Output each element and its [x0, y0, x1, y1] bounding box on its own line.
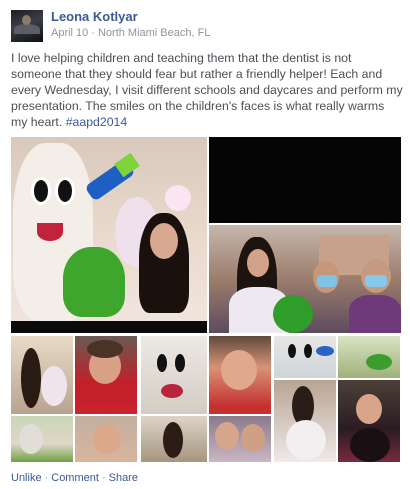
photo-thumbnail[interactable]	[141, 416, 207, 462]
avatar-head	[22, 15, 31, 25]
author-avatar[interactable]	[11, 10, 43, 42]
post-actions: Unlike · Comment · Share	[11, 472, 138, 484]
photo-dark[interactable]	[209, 137, 401, 223]
child-mask	[317, 275, 337, 287]
photo-thumbnail[interactable]	[75, 416, 137, 462]
presenter-face	[247, 249, 269, 277]
avatar-shoulders	[14, 24, 40, 34]
post-card: Leona Kotlyar April 10 · North Miami Beach…	[0, 0, 410, 489]
child-mask	[365, 275, 387, 287]
photo-thumbnail[interactable]	[338, 336, 400, 378]
photo-thumbnail[interactable]	[209, 416, 271, 462]
photo-children-masks[interactable]	[209, 225, 401, 333]
photo-thumbnail[interactable]	[338, 380, 400, 462]
photo-thumbnail[interactable]	[11, 336, 73, 414]
action-separator: ·	[101, 472, 106, 484]
mascot-eye-right	[55, 177, 75, 205]
photo-thumbnail[interactable]	[274, 380, 336, 462]
frog-puppet	[273, 295, 313, 333]
mascot-mouth	[37, 223, 63, 241]
child-body	[349, 295, 401, 333]
comment-link[interactable]: Comment	[51, 472, 99, 484]
hair-flower	[165, 185, 191, 211]
photo-tooth-mascot[interactable]	[11, 137, 207, 333]
unlike-link[interactable]: Unlike	[11, 472, 42, 484]
post-location[interactable]: North Miami Beach, FL	[98, 27, 210, 39]
share-link[interactable]: Share	[109, 472, 138, 484]
action-separator: ·	[44, 472, 49, 484]
author-name[interactable]: Leona Kotlyar	[51, 9, 138, 24]
post-body: I love helping children and teaching the…	[11, 50, 403, 130]
post-date[interactable]: April 10	[51, 27, 88, 39]
photo-thumbnail[interactable]	[209, 336, 271, 414]
frog-puppet	[63, 247, 125, 317]
photo-thumbnail[interactable]	[75, 336, 137, 414]
meta-separator: ·	[91, 27, 95, 39]
post-meta: April 10 · North Miami Beach, FL	[51, 27, 210, 39]
post-hashtag[interactable]: #aapd2014	[66, 115, 128, 129]
presenter-face	[150, 223, 178, 259]
mascot-eye-left	[31, 177, 51, 205]
photo-thumbnail[interactable]	[141, 336, 207, 414]
photo-letterbox	[11, 321, 207, 333]
photo-thumbnail[interactable]	[11, 416, 73, 462]
photo-thumbnail[interactable]	[274, 336, 336, 378]
